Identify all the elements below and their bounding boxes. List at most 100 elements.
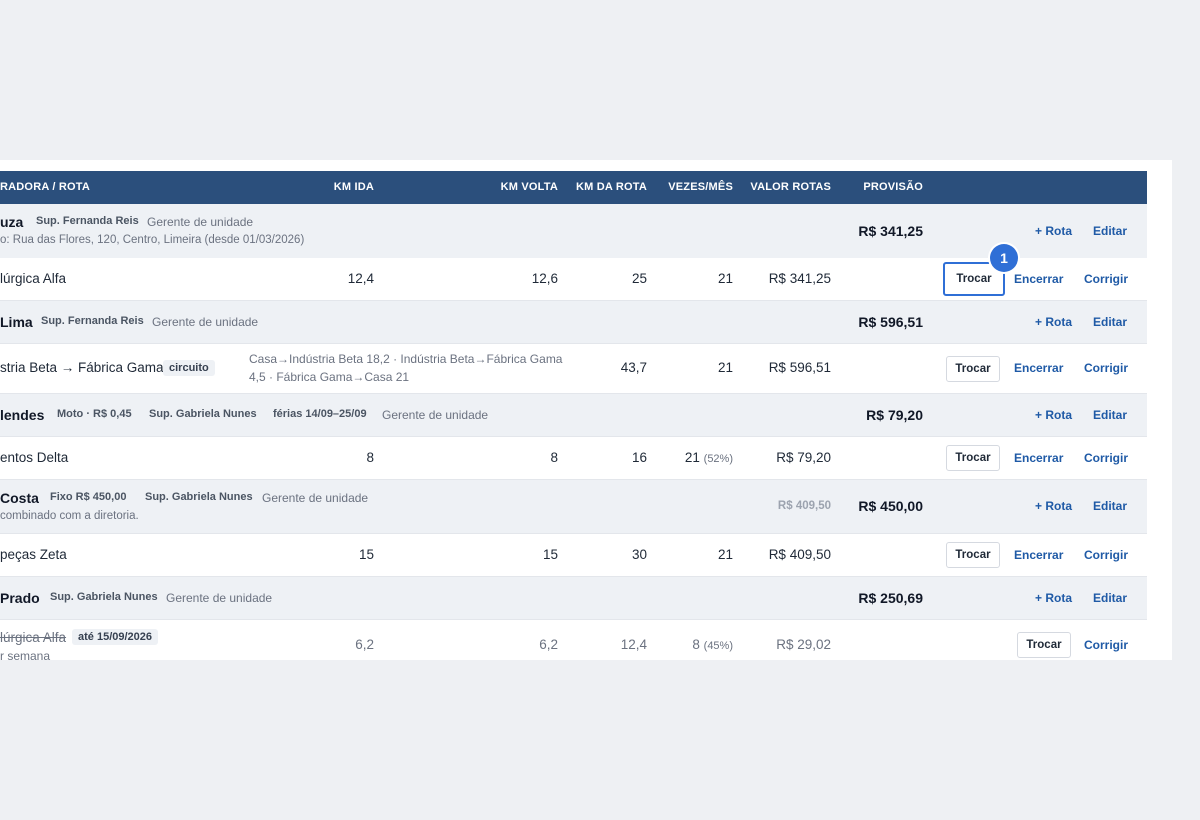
close-route-link[interactable]: Encerrar [1014, 548, 1063, 562]
vehicle-label: Moto · R$ 0,45 [57, 408, 132, 420]
until-date-tag: até 15/09/2026 [72, 629, 159, 645]
fix-link[interactable]: Corrigir [1084, 548, 1128, 562]
route-total-value: R$ 409,50 [777, 500, 831, 512]
operator-name: Costa [0, 490, 39, 506]
vezes-mes: 21 (52%) [653, 450, 733, 465]
valor-rotas: R$ 409,50 [768, 547, 831, 562]
provision-value: R$ 596,51 [858, 314, 923, 330]
km-volta: 12,6 [531, 271, 558, 286]
km-rota: 12,4 [620, 637, 647, 652]
address-text: o: Rua das Flores, 120, Centro, Limeira … [0, 234, 305, 246]
add-route-link[interactable]: + Rota [1035, 499, 1072, 513]
note-text: combinado com a diretoria. [0, 510, 139, 522]
route-subtext: r semana [0, 649, 51, 660]
manager-label: Gerente de unidade [147, 215, 254, 229]
km-ida: 6,2 [355, 637, 374, 652]
col-km-volta: KM VOLTA [500, 181, 558, 193]
group-row: uza Sup. Fernanda Reis Gerente de unidad… [0, 204, 1147, 259]
edit-link[interactable]: Editar [1093, 591, 1127, 605]
km-volta: 8 [550, 450, 558, 465]
route-name: lúrgica Alfa [0, 271, 67, 286]
supervisor-label: Sup. Gabriela Nunes [145, 491, 253, 503]
provision-value: R$ 250,69 [858, 590, 923, 606]
edit-link[interactable]: Editar [1093, 499, 1127, 513]
route-row: lúrgica Alfa até 15/09/2026 r semana 6,2… [0, 620, 1147, 660]
fix-link[interactable]: Corrigir [1084, 272, 1128, 286]
swap-button[interactable]: Trocar [946, 542, 1000, 568]
supervisor-label: Sup. Gabriela Nunes [149, 408, 257, 420]
km-ida: 15 [358, 547, 374, 562]
circuit-tag: circuito [163, 360, 215, 376]
fixed-amount-label: Fixo R$ 450,00 [50, 491, 127, 503]
swap-button[interactable]: Trocar [1017, 632, 1071, 658]
edit-link[interactable]: Editar [1093, 315, 1127, 329]
km-rota: 43,7 [620, 360, 647, 375]
swap-button[interactable]: Trocar [946, 445, 1000, 471]
fix-link[interactable]: Corrigir [1084, 638, 1128, 652]
vezes-percent: (45%) [703, 640, 733, 652]
valor-rotas: R$ 79,20 [776, 450, 831, 465]
vacation-label: férias 14/09–25/09 [273, 408, 367, 420]
close-route-link[interactable]: Encerrar [1014, 361, 1063, 375]
vezes-mes: 21 [717, 547, 733, 562]
route-name: stria Beta → Fábrica Gama [0, 360, 164, 375]
km-volta: 6,2 [539, 637, 558, 652]
group-row: Prado Sup. Gabriela Nunes Gerente de uni… [0, 577, 1147, 620]
vezes-mes: 8 (45%) [653, 637, 733, 652]
swap-button[interactable]: Trocar [946, 356, 1000, 382]
group-row: Lima Sup. Fernanda Reis Gerente de unida… [0, 301, 1147, 344]
manager-label: Gerente de unidade [152, 315, 259, 329]
route-row: peças Zeta 15 15 30 21 R$ 409,50 Trocar … [0, 534, 1147, 577]
col-operator-route: RADORA / ROTA [0, 181, 90, 193]
vezes-percent: (52%) [703, 453, 733, 465]
table-header: RADORA / ROTA KM IDA KM VOLTA KM DA ROTA… [0, 171, 1147, 204]
col-vezes-mes: VEZES/MÊS [668, 181, 733, 193]
supervisor-label: Sup. Gabriela Nunes [50, 591, 158, 603]
route-row: entos Delta 8 8 16 21 (52%) R$ 79,20 Tro… [0, 437, 1147, 480]
col-valor-rotas: VALOR ROTAS [750, 181, 831, 193]
route-detail-line2: 4,5 · Fábrica Gama→Casa 21 [249, 370, 410, 384]
fix-link[interactable]: Corrigir [1084, 361, 1128, 375]
step-badge: 1 [990, 244, 1018, 272]
supervisor-label: Sup. Fernanda Reis [36, 215, 139, 227]
close-route-link[interactable]: Encerrar [1014, 272, 1063, 286]
valor-rotas: R$ 596,51 [768, 360, 831, 375]
supervisor-label: Sup. Fernanda Reis [41, 315, 144, 327]
km-volta: 15 [542, 547, 558, 562]
operator-name: Prado [0, 590, 40, 606]
vezes-value: 21 [684, 450, 700, 465]
col-km-ida: KM IDA [333, 181, 374, 193]
operator-name: lendes [0, 407, 45, 423]
km-ida: 12,4 [347, 271, 374, 286]
operator-name: uza [0, 214, 24, 230]
manager-label: Gerente de unidade [262, 491, 369, 505]
route-detail-line1: Casa→Indústria Beta 18,2 · Indústria Bet… [249, 352, 563, 366]
km-rota: 25 [631, 271, 647, 286]
manager-label: Gerente de unidade [382, 408, 489, 422]
valor-rotas: R$ 29,02 [776, 637, 831, 652]
vezes-value: 8 [692, 637, 700, 652]
route-name: lúrgica Alfa [0, 630, 67, 645]
col-provisao: PROVISÃO [863, 181, 923, 193]
km-rota: 16 [631, 450, 647, 465]
close-route-link[interactable]: Encerrar [1014, 451, 1063, 465]
provision-value: R$ 79,20 [866, 407, 923, 423]
km-rota: 30 [631, 547, 647, 562]
fix-link[interactable]: Corrigir [1084, 451, 1128, 465]
route-row: stria Beta → Fábrica Gama circuito Casa→… [0, 344, 1147, 394]
operator-name: Lima [0, 314, 33, 330]
routes-table-card: RADORA / ROTA KM IDA KM VOLTA KM DA ROTA… [0, 160, 1172, 660]
add-route-link[interactable]: + Rota [1035, 591, 1072, 605]
valor-rotas: R$ 341,25 [768, 271, 831, 286]
add-route-link[interactable]: + Rota [1035, 408, 1072, 422]
edit-link[interactable]: Editar [1093, 408, 1127, 422]
provision-value: R$ 341,25 [858, 223, 923, 239]
route-name: entos Delta [0, 450, 69, 465]
route-row: lúrgica Alfa 12,4 12,6 25 21 R$ 341,25 T… [0, 258, 1147, 301]
edit-link[interactable]: Editar [1093, 224, 1127, 238]
vezes-mes: 21 [717, 271, 733, 286]
manager-label: Gerente de unidade [166, 591, 273, 605]
add-route-link[interactable]: + Rota [1035, 224, 1072, 238]
col-km-rota: KM DA ROTA [575, 181, 647, 193]
add-route-link[interactable]: + Rota [1035, 315, 1072, 329]
